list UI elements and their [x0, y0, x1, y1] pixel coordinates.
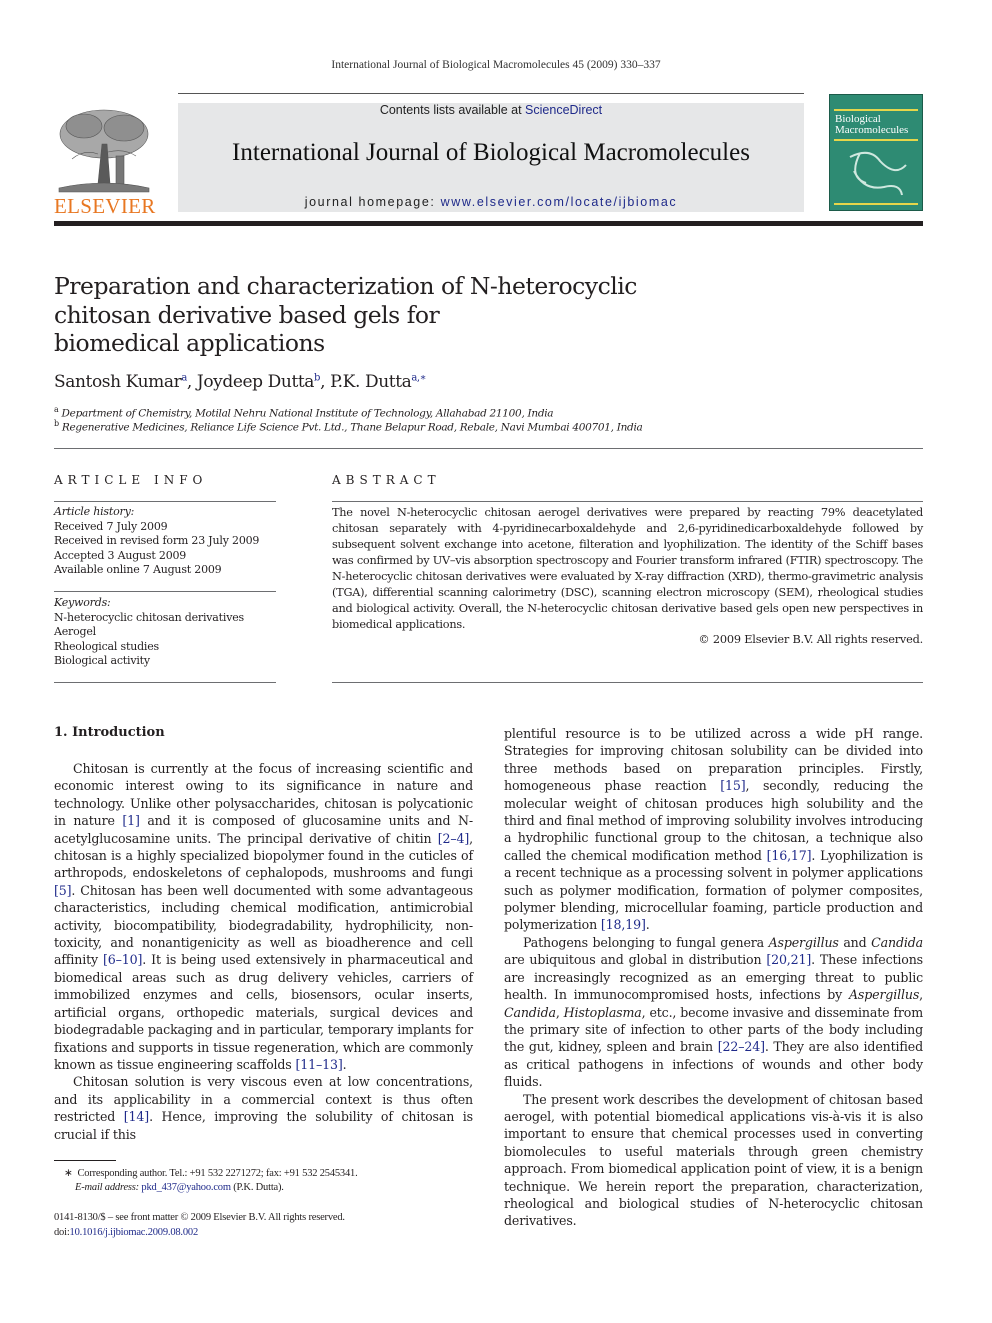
doi-line: doi:10.1016/j.ijbiomac.2009.08.002 [54, 1227, 199, 1238]
body-text: The present work describes the developme… [504, 1091, 923, 1229]
corresponding-author-footnote: ∗ Corresponding author. Tel.: +91 532 22… [64, 1168, 358, 1179]
citation-link[interactable]: [6–10] [103, 952, 142, 967]
history-item: Received in revised form 23 July 2009 [54, 534, 260, 547]
cover-rule [834, 203, 918, 205]
body-text: . It is being used extensively in pharma… [54, 952, 473, 1072]
keywords-label: Keywords: [54, 596, 111, 609]
italic-term: Histoplasma [563, 1004, 642, 1020]
doi-link[interactable]: 10.1016/j.ijbiomac.2009.08.002 [70, 1227, 199, 1238]
body-column-right: plentiful resource is to be utilized acr… [504, 725, 923, 1230]
history-item: Received 7 July 2009 [54, 519, 168, 533]
homepage-prefix: journal homepage: [304, 195, 441, 209]
body-text: , [555, 1004, 564, 1020]
keyword: Biological activity [54, 654, 150, 667]
body-text: are ubiquitous and global in distributio… [504, 952, 767, 968]
citation-link[interactable]: [2–4] [438, 831, 470, 846]
journal-homepage: journal homepage: www.elsevier.com/locat… [178, 195, 804, 209]
citation-link[interactable]: [15] [720, 778, 745, 793]
footnote-rule [54, 1160, 116, 1161]
author-affiliation-mark[interactable]: a [181, 372, 187, 383]
author-list: Santosh Kumara, Joydeep Duttab, P.K. Dut… [54, 372, 427, 392]
author-name: Joydeep Dutta [196, 372, 315, 392]
citation-link[interactable]: [1] [122, 813, 140, 828]
divider [54, 682, 276, 683]
body-column-left: Chitosan is currently at the focus of in… [54, 760, 473, 1143]
body-paragraph: Pathogens belonging to fungal genera Asp… [504, 934, 923, 1091]
contents-prefix: Contents lists available at [379, 103, 526, 117]
contents-line: Contents lists available at ScienceDirec… [178, 103, 804, 117]
header-thick-rule [54, 221, 923, 226]
citation-link[interactable]: [11–13] [295, 1057, 342, 1072]
author-affiliation-mark[interactable]: b [314, 372, 320, 383]
email-link[interactable]: pkd_437@yahoo.com [141, 1182, 231, 1193]
homepage-link[interactable]: www.elsevier.com/locate/ijbiomac [441, 195, 678, 209]
body-paragraph: The present work describes the developme… [504, 1091, 923, 1230]
cover-rule [834, 139, 918, 141]
section-heading-introduction: 1. Introduction [54, 725, 165, 740]
front-matter-line: 0141-8130/$ – see front matter © 2009 El… [54, 1212, 345, 1223]
body-paragraph: plentiful resource is to be utilized acr… [504, 725, 923, 934]
running-head: International Journal of Biological Macr… [331, 59, 661, 71]
cover-title: Biological Macromolecules [835, 113, 909, 136]
keywords: Keywords: N-heterocyclic chitosan deriva… [54, 596, 244, 669]
abstract-heading: ABSTRACT [332, 473, 441, 487]
body-paragraph: Chitosan is currently at the focus of in… [54, 760, 473, 1073]
body-text: and [838, 934, 872, 950]
italic-term: Aspergillus [848, 987, 920, 1003]
citation-link[interactable]: [22–24] [718, 1039, 765, 1054]
citation-link[interactable]: [14] [124, 1109, 149, 1124]
author-affiliation-mark[interactable]: a,∗ [411, 372, 426, 383]
author-name: Santosh Kumar [54, 372, 182, 392]
keyword: Rheological studies [54, 639, 159, 653]
keyword: N-heterocyclic chitosan derivatives [54, 610, 244, 624]
email-footnote: E-mail address: pkd_437@yahoo.com (P.K. … [75, 1182, 284, 1193]
article-history: Article history: Received 7 July 2009 Re… [54, 505, 259, 578]
divider [332, 682, 923, 683]
protein-ribbon-icon [849, 151, 907, 196]
elsevier-wordmark: ELSEVIER [54, 194, 156, 218]
abstract-text: The novel N-heterocyclic chitosan aeroge… [332, 506, 923, 631]
header-top-rule [178, 93, 804, 94]
citation-link[interactable]: [18,19] [601, 917, 646, 932]
article-info-heading: ARTICLE INFO [54, 473, 208, 487]
italic-term: Candida [871, 934, 924, 950]
citation-link[interactable]: [5] [54, 883, 72, 898]
affiliation: a Department of Chemistry, Motilal Nehru… [54, 405, 554, 420]
journal-name: International Journal of Biological Macr… [232, 139, 750, 166]
journal-cover-thumbnail[interactable]: Biological Macromolecules [829, 94, 923, 211]
italic-term: Aspergillus [768, 934, 839, 950]
abstract-copyright: © 2009 Elsevier B.V. All rights reserved… [698, 633, 923, 646]
body-paragraph: Chitosan solution is very viscous even a… [54, 1073, 473, 1143]
divider [54, 448, 923, 449]
citation-link[interactable]: [16,17] [767, 848, 812, 863]
divider [332, 501, 923, 502]
keyword: Aerogel [54, 625, 97, 638]
history-item: Accepted 3 August 2009 [54, 548, 187, 562]
history-item: Available online 7 August 2009 [54, 563, 222, 576]
history-label: Article history: [54, 505, 135, 518]
body-text: . [645, 917, 650, 933]
body-text: Pathogens belonging to fungal genera [523, 934, 769, 950]
author-name: P.K. Dutta [330, 372, 412, 392]
divider [54, 591, 276, 592]
affiliation: b Regenerative Medicines, Reliance Life … [54, 419, 643, 434]
footnote-mark: ∗ [64, 1168, 73, 1179]
cover-rule [834, 109, 918, 111]
article-title: Preparation and characterization of N-he… [54, 272, 637, 357]
italic-term: Candida [504, 1004, 556, 1020]
body-text: . [342, 1056, 347, 1072]
citation-link[interactable]: [20,21] [766, 952, 811, 967]
body-text: , [919, 987, 923, 1003]
divider [54, 501, 276, 502]
sciencedirect-link[interactable]: ScienceDirect [525, 103, 602, 117]
